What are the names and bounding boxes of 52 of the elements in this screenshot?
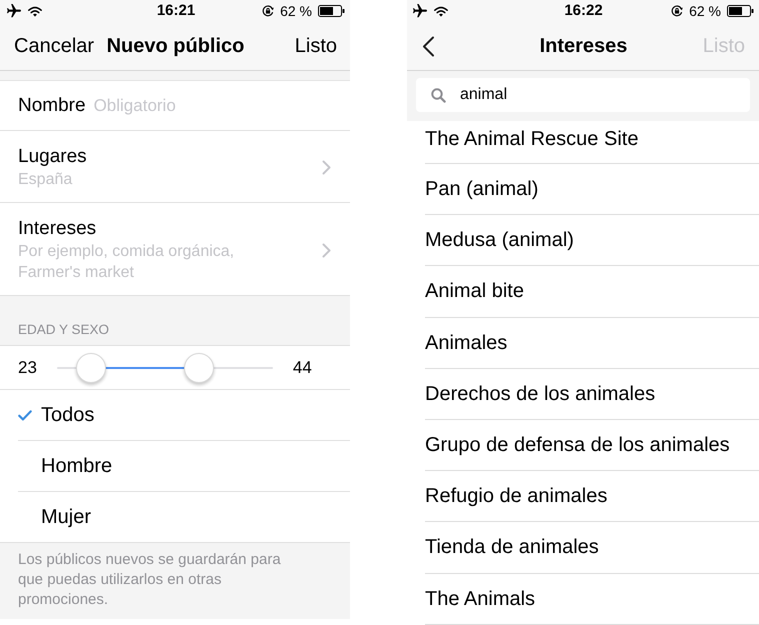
- back-button[interactable]: [422, 36, 435, 56]
- name-field[interactable]: Nombre Obligatorio: [0, 81, 350, 131]
- slider-thumb[interactable]: [184, 352, 214, 382]
- field-label: Nombre: [18, 94, 86, 118]
- rotation-lock-icon: [262, 5, 274, 17]
- disclosure-row[interactable]: Intereses Por ejemplo, comida orgánica, Farmer's market: [0, 203, 350, 296]
- chevron-right-icon: [322, 242, 331, 258]
- rotation-lock-icon: [671, 5, 684, 17]
- cancel-button[interactable]: Cancelar: [14, 34, 94, 58]
- slider-track[interactable]: [56, 352, 273, 384]
- search-field[interactable]: animal: [416, 78, 750, 112]
- min-age-label: 23: [18, 356, 37, 378]
- result-row[interactable]: Grupo de defensa de los animales: [425, 420, 759, 472]
- back-chevron-icon: [422, 36, 435, 56]
- wifi-icon: [28, 6, 42, 16]
- chevron-right-icon: [322, 160, 331, 175]
- result-row[interactable]: The Animals: [425, 574, 759, 625]
- result-row[interactable]: Pan (animal): [425, 164, 759, 216]
- slider-thumb[interactable]: [76, 352, 106, 382]
- status-time: 16:22: [564, 2, 603, 20]
- result-row[interactable]: Animales: [425, 318, 759, 369]
- status-time: 16:21: [156, 2, 196, 20]
- result-row[interactable]: The Animal Rescue Site: [425, 121, 759, 164]
- row-title: Intereses: [18, 217, 98, 241]
- result-row[interactable]: Tienda de animales: [425, 522, 759, 574]
- search-input[interactable]: animal: [460, 85, 740, 105]
- result-row[interactable]: Animal bite: [425, 266, 759, 318]
- section-header: EDAD Y SEXO: [18, 321, 110, 338]
- battery-percent: 62 %: [280, 2, 312, 20]
- max-age-label: 44: [292, 356, 312, 378]
- row-subtitle: España: [18, 170, 74, 190]
- wifi-icon: [434, 6, 448, 16]
- row-title: Lugares: [18, 145, 88, 169]
- battery-percent: 62 %: [689, 2, 721, 20]
- battery-icon: [727, 5, 754, 17]
- disclosure-row[interactable]: Lugares España: [0, 131, 350, 203]
- gender-option[interactable]: Todos: [18, 390, 350, 441]
- screen-title: Intereses: [540, 34, 628, 58]
- airplane-icon: [7, 4, 21, 18]
- search-icon: [431, 88, 446, 102]
- name-input[interactable]: Obligatorio: [94, 94, 332, 116]
- result-row[interactable]: Medusa (animal): [425, 215, 759, 266]
- airplane-icon: [413, 4, 427, 18]
- footer-note: Los públicos nuevos se guardarán para que puedas utilizarlos en otras promociones.: [17, 550, 282, 610]
- row-subtitle: Por ejemplo, comida orgánica, Farmer's market: [18, 242, 236, 283]
- screen-title: Nuevo público: [106, 34, 244, 58]
- done-button[interactable]: Listo: [294, 34, 337, 58]
- result-row[interactable]: Refugio de animales: [425, 471, 759, 522]
- gender-option[interactable]: Mujer: [18, 492, 350, 542]
- gender-option[interactable]: Hombre: [18, 441, 350, 492]
- result-row[interactable]: Derechos de los animales: [425, 368, 759, 420]
- battery-icon: [318, 5, 345, 17]
